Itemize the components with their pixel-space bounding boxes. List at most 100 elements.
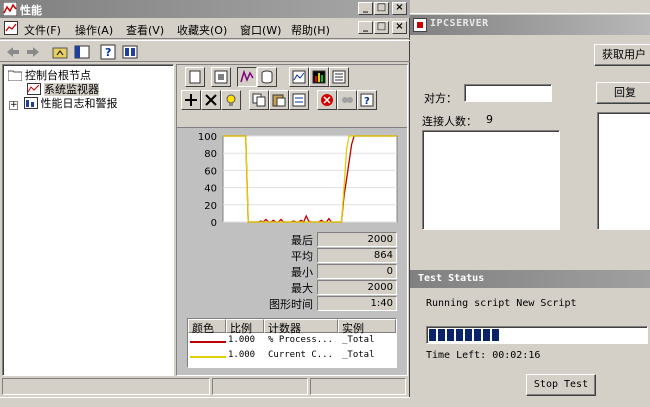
monitor-graph-area: 100 80 60 40 20 0 最后 2000 平均 864 最小 0 最大 2000… [177,127,407,375]
child-close-button[interactable]: × [392,21,407,34]
svg-text:?: ? [364,96,370,107]
report-icon [332,70,346,84]
get-user-button[interactable]: 获取用户 [594,44,650,66]
progress-block [438,329,445,341]
y-tick-label: 40 [204,184,217,195]
monitor-toolbar: ? [177,65,407,127]
properties-icon[interactable] [122,44,138,60]
counter-legend: 颜色 比例 计数器 实例 1.000 % Process... _Total 1… [187,318,397,368]
stat-last-value: 2000 [317,232,397,247]
legend-header-scale[interactable]: 比例 [226,319,264,335]
freeze-display-button[interactable] [317,90,337,110]
legend-header-counter[interactable]: 计数器 [264,319,338,335]
help-icon[interactable]: ? [100,44,116,60]
current-activity-icon [240,70,254,83]
peer-input[interactable] [464,84,552,102]
menu-bar: 文件(F) 操作(A) 查看(V) 收藏夹(O) 窗口(W) 帮助(H) _ □… [0,19,410,39]
view-graph-button[interactable] [289,67,309,87]
update-icon [342,97,353,103]
app-icon [413,18,427,32]
main-titlebar[interactable]: 性能 _ □ × [0,0,410,18]
y-tick-label: 0 [211,218,217,229]
stat-graph-time-label: 图形时间 [269,298,313,311]
y-axis-ticks: 100 80 60 40 20 0 [198,132,217,229]
clear-display-button[interactable] [211,67,231,87]
stat-max-value: 2000 [317,280,397,295]
new-counter-set-button[interactable] [185,67,205,87]
plus-icon [185,94,197,106]
monitor-help-button[interactable]: ? [357,90,377,110]
highlight-button[interactable] [221,90,241,110]
performance-window: 性能 _ □ × 文件(F) 操作(A) 查看(V) 收藏夹(O) 窗口(W) … [0,0,410,407]
tree-item-perf-logs[interactable]: + 性能日志和警报 [9,95,118,111]
status-cell-2 [212,378,308,395]
menu-favorites[interactable]: 收藏夹(O) [177,22,227,38]
legend-scale: 1.000 [228,335,256,345]
ipcserver-titlebar[interactable]: IPCSERVER [408,15,650,35]
menu-view[interactable]: 查看(V) [126,22,164,38]
progress-block [483,329,490,341]
window-title: 性能 [20,4,42,17]
peer-label: 对方： [424,92,457,105]
paste-icon [272,94,286,107]
minimize-button[interactable]: _ [358,2,373,15]
menu-action[interactable]: 操作(A) [75,22,113,38]
perf-logs-icon [23,97,38,109]
status-cell-3 [310,378,406,395]
new-document-icon [189,70,201,84]
view-histogram-button[interactable] [309,67,329,87]
legend-instance: _Total [342,335,375,345]
console-icon[interactable] [4,21,18,35]
properties-icon [292,93,306,107]
stop-red-icon [321,94,333,106]
test-progress-bar [426,326,648,344]
taskbar-strip [0,397,410,407]
system-monitor-pane: ? 100 80 60 40 20 0 最后 2000 平均 864 最小 0 最大 20… [176,64,408,376]
ipcserver-title: IPCSERVER [430,18,489,29]
legend-counter: % Process... [268,335,334,345]
folder-icon [8,70,22,81]
legend-header-instance[interactable]: 实例 [338,319,396,335]
clear-display-icon [214,70,228,84]
close-button[interactable]: × [392,2,407,15]
legend-header-color[interactable]: 颜色 [188,319,226,335]
copy-icon [252,93,266,107]
menu-help[interactable]: 帮助(H) [291,22,330,38]
properties-button[interactable] [289,90,309,110]
progress-block [447,329,454,341]
child-maximize-button[interactable]: □ [374,21,389,34]
user-list-box[interactable] [597,112,650,230]
delete-counter-button[interactable] [201,90,221,110]
legend-color-swatch [190,341,226,343]
system-monitor-icon [27,83,41,95]
progress-block [465,329,472,341]
view-log-data-button[interactable] [257,67,277,87]
paste-counter-list-button[interactable] [269,90,289,110]
stat-min-value: 0 [317,264,397,279]
plot-area [222,135,398,223]
console-tree: 控制台根节点 系统监视器 + 性能日志和警报 [2,64,174,376]
show-tree-icon[interactable] [74,44,90,60]
expand-plus-icon[interactable]: + [9,101,18,110]
maximize-button[interactable]: □ [374,2,389,15]
menu-file[interactable]: 文件(F) [24,22,61,38]
stop-test-button[interactable]: Stop Test [526,374,596,396]
child-minimize-button[interactable]: _ [358,21,373,34]
view-report-button[interactable] [329,67,349,87]
update-data-button[interactable] [337,90,357,110]
back-arrow-icon[interactable] [5,44,21,60]
progress-block [456,329,463,341]
view-current-activity-button[interactable] [237,67,257,87]
ipcserver-window: IPCSERVER 获取用户 回复 对方： 连接人数： 9 Test Statu… [408,0,650,407]
performance-app-icon [3,2,17,16]
message-list-box[interactable] [422,130,560,230]
stat-average-value: 864 [317,248,397,263]
menu-window[interactable]: 窗口(W) [240,22,281,38]
reply-button[interactable]: 回复 [596,82,650,104]
copy-properties-button[interactable] [249,90,269,110]
main-toolbar: ? [0,40,410,62]
up-folder-icon[interactable] [52,44,68,60]
stat-average-label: 平均 [291,250,313,263]
add-counter-button[interactable] [181,90,201,110]
forward-arrow-icon[interactable] [25,44,41,60]
